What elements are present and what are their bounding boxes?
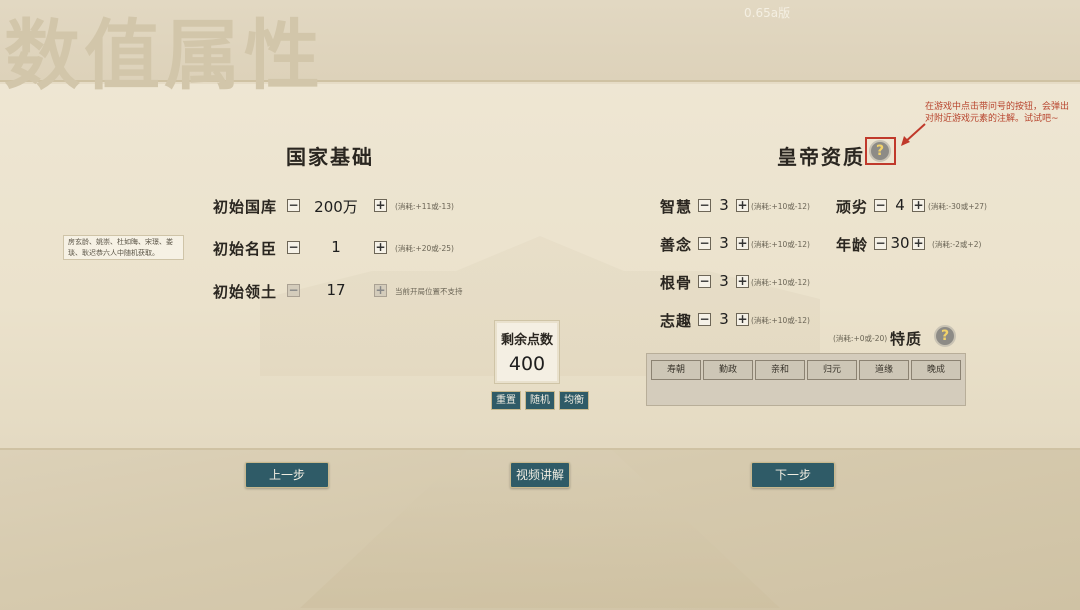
age-minus-button[interactable]: − xyxy=(874,237,887,250)
remaining-points-value: 400 xyxy=(508,353,546,375)
ambition-value: 3 xyxy=(719,310,729,328)
age-label: 年龄 xyxy=(836,236,869,254)
ministers-minus-button[interactable]: − xyxy=(287,241,300,254)
reset-button[interactable]: 重置 xyxy=(491,391,521,410)
hint-arrow-icon xyxy=(901,123,926,146)
help-hint-text: 在游戏中点击带问号的按钮，会弹出对附近游戏元素的注解。试试吧~ xyxy=(925,102,1070,124)
national-heading: 国家基础 xyxy=(286,145,374,169)
wisdom-minus-button[interactable]: − xyxy=(698,199,711,212)
stubbornness-minus-button[interactable]: − xyxy=(874,199,887,212)
traits-label: 特质 xyxy=(890,330,923,348)
trait-item[interactable]: 晚成 xyxy=(911,360,961,380)
territory-minus-button: − xyxy=(287,283,300,297)
video-tutorial-button[interactable]: 视频讲解 xyxy=(510,462,570,488)
kindness-plus-button[interactable]: + xyxy=(736,237,749,250)
territory-note: 当前开局位置不支持 xyxy=(395,287,463,296)
kindness-value: 3 xyxy=(719,234,729,252)
age-plus-button[interactable]: + xyxy=(912,237,925,250)
stubbornness-label: 顽劣 xyxy=(836,198,869,216)
traits-panel: 寿朝 勤政 亲和 归元 道缘 晚成 xyxy=(646,353,966,406)
emperor-help-icon[interactable]: ? xyxy=(869,140,891,162)
wisdom-value: 3 xyxy=(719,196,729,214)
territory-value: 17 xyxy=(326,281,346,299)
constitution-label: 根骨 xyxy=(660,274,693,292)
treasury-cost: (消耗:+11或-13) xyxy=(395,202,454,211)
balance-button[interactable]: 均衡 xyxy=(559,391,589,410)
trait-item[interactable]: 道缘 xyxy=(859,360,909,380)
territory-label: 初始领土 xyxy=(213,283,278,301)
emperor-heading: 皇帝资质 xyxy=(777,145,865,169)
ministers-label: 初始名臣 xyxy=(213,240,278,258)
constitution-cost: (消耗:+10或-12) xyxy=(751,278,810,287)
ministers-plus-button[interactable]: + xyxy=(374,241,387,254)
age-cost: (消耗:-2或+2) xyxy=(932,240,982,249)
treasury-minus-button[interactable]: − xyxy=(287,199,300,212)
ambition-plus-button[interactable]: + xyxy=(736,313,749,326)
kindness-cost: (消耗:+10或-12) xyxy=(751,240,810,249)
ministers-cost: (消耗:+20或-25) xyxy=(395,244,454,253)
ministers-value: 1 xyxy=(331,238,341,256)
minister-note: 房玄龄、姚崇、杜如晦、宋璟、娄琰、耿迟恭六人中随机获取。 xyxy=(63,235,184,260)
stubbornness-plus-button[interactable]: + xyxy=(912,199,925,212)
age-value: 30 xyxy=(890,234,910,252)
treasury-label: 初始国库 xyxy=(213,198,278,216)
territory-plus-button: + xyxy=(374,283,387,297)
prev-step-button[interactable]: 上一步 xyxy=(245,462,329,488)
trait-item[interactable]: 归元 xyxy=(807,360,857,380)
stubbornness-value: 4 xyxy=(895,196,905,214)
page-title: 数值属性 xyxy=(4,11,324,100)
traits-help-icon[interactable]: ? xyxy=(934,325,956,347)
ambition-minus-button[interactable]: − xyxy=(698,313,711,326)
constitution-minus-button[interactable]: − xyxy=(698,275,711,288)
trait-item[interactable]: 勤政 xyxy=(703,360,753,380)
trait-item[interactable]: 亲和 xyxy=(755,360,805,380)
constitution-value: 3 xyxy=(719,272,729,290)
constitution-plus-button[interactable]: + xyxy=(736,275,749,288)
remaining-points-box: 剩余点数 400 xyxy=(494,320,560,384)
wisdom-label: 智慧 xyxy=(660,198,693,216)
ambition-cost: (消耗:+10或-12) xyxy=(751,316,810,325)
trait-item[interactable]: 寿朝 xyxy=(651,360,701,380)
treasury-value: 200万 xyxy=(314,198,358,216)
wisdom-plus-button[interactable]: + xyxy=(736,199,749,212)
wisdom-cost: (消耗:+10或-12) xyxy=(751,202,810,211)
remaining-points-label: 剩余点数 xyxy=(500,333,553,348)
random-button[interactable]: 随机 xyxy=(525,391,555,410)
ambition-label: 志趣 xyxy=(660,312,693,330)
traits-cost: (消耗:+0或-20) xyxy=(833,334,888,343)
kindness-label: 善念 xyxy=(660,236,693,254)
treasury-plus-button[interactable]: + xyxy=(374,199,387,212)
stubbornness-cost: (消耗:-30或+27) xyxy=(928,202,987,211)
next-step-button[interactable]: 下一步 xyxy=(751,462,835,488)
kindness-minus-button[interactable]: − xyxy=(698,237,711,250)
version-label: 0.65a版 xyxy=(744,6,791,20)
